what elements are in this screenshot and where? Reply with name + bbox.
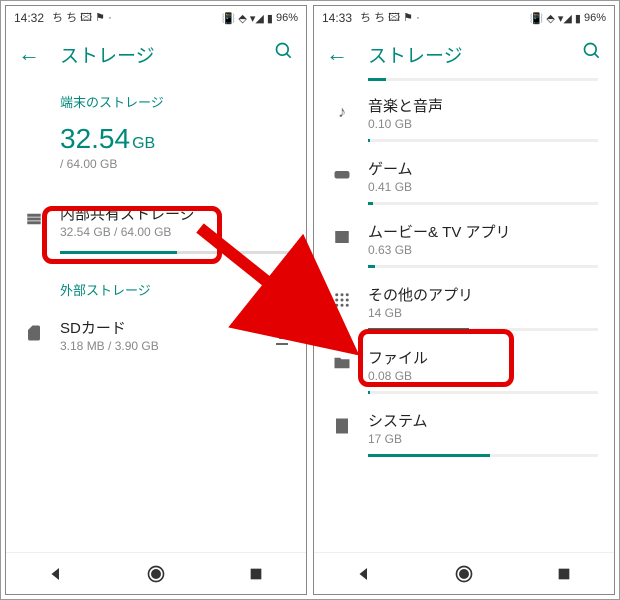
page-title: ストレージ <box>368 41 562 68</box>
navbar <box>314 552 614 594</box>
row-internal-storage[interactable]: 内部共有ストレージ 32.54 GB / 64.00 GB <box>6 193 306 245</box>
notif-icons: ち ち 🖾 ⚑ · <box>360 9 420 28</box>
content: 端末のストレージ 32.54GB / 64.00 GB 内部共有ストレージ 32… <box>6 78 306 552</box>
back-icon[interactable]: ← <box>18 41 40 67</box>
section-device-storage: 端末のストレージ <box>6 78 306 119</box>
eject-icon[interactable]: ▲ <box>276 326 290 345</box>
storage-summary: 32.54GB / 64.00 GB <box>6 119 306 175</box>
search-icon[interactable] <box>274 41 294 67</box>
search-icon[interactable] <box>582 41 602 67</box>
navbar <box>6 552 306 594</box>
page-title: ストレージ <box>60 41 254 68</box>
row-sd-card[interactable]: SDカード 3.18 MB / 3.90 GB ▲ <box>6 307 306 359</box>
section-external-storage: 外部ストレージ <box>6 266 306 307</box>
nav-back[interactable] <box>45 563 67 585</box>
apps-icon <box>326 291 358 314</box>
music-icon: ♪ <box>326 104 358 122</box>
nav-home[interactable] <box>453 563 475 585</box>
phone-left: 14:32 ち ち 🖾 ⚑ · 📳 ⬘ ▾◢ ▮96% ← ストレージ 端末のス… <box>5 5 307 595</box>
internal-bar <box>60 251 290 254</box>
folder-icon <box>326 354 358 377</box>
row-other-apps[interactable]: その他のアプリ14 GB <box>314 274 614 326</box>
row-system[interactable]: システム17 GB <box>314 400 614 452</box>
appbar: ← ストレージ <box>6 30 306 78</box>
appbar: ← ストレージ <box>314 30 614 78</box>
clock: 14:32 <box>14 11 44 25</box>
statusbar: 14:32 ち ち 🖾 ⚑ · 📳 ⬘ ▾◢ ▮96% <box>6 6 306 30</box>
movie-icon <box>326 228 358 251</box>
row-files[interactable]: ファイル0.08 GB <box>314 337 614 389</box>
nav-recent[interactable] <box>245 563 267 585</box>
system-icon <box>326 417 358 440</box>
row-movies[interactable]: ムービー& TV アプリ0.63 GB <box>314 211 614 263</box>
nav-home[interactable] <box>145 563 167 585</box>
clock: 14:33 <box>322 11 352 25</box>
statusbar: 14:33 ち ち 🖾 ⚑ · 📳 ⬘ ▾◢ ▮96% <box>314 6 614 30</box>
sd-icon <box>18 324 50 347</box>
row-music[interactable]: ♪ 音楽と音声0.10 GB <box>314 85 614 137</box>
phone-right: 14:33 ち ち 🖾 ⚑ · 📳 ⬘ ▾◢ ▮96% ← ストレージ ♪ 音楽… <box>313 5 615 595</box>
nav-back[interactable] <box>353 563 375 585</box>
status-icons: 📳 ⬘ ▾◢ ▮96% <box>222 12 298 25</box>
nav-recent[interactable] <box>553 563 575 585</box>
row-games[interactable]: ゲーム0.41 GB <box>314 148 614 200</box>
game-icon <box>326 165 358 188</box>
status-icons: 📳 ⬘ ▾◢ ▮96% <box>530 12 606 25</box>
notif-icons: ち ち 🖾 ⚑ · <box>52 9 112 28</box>
storage-icon <box>18 210 50 233</box>
content: ♪ 音楽と音声0.10 GB ゲーム0.41 GB ムービー& TV アプリ0.… <box>314 78 614 552</box>
partial-bar <box>368 78 598 81</box>
back-icon[interactable]: ← <box>326 41 348 67</box>
